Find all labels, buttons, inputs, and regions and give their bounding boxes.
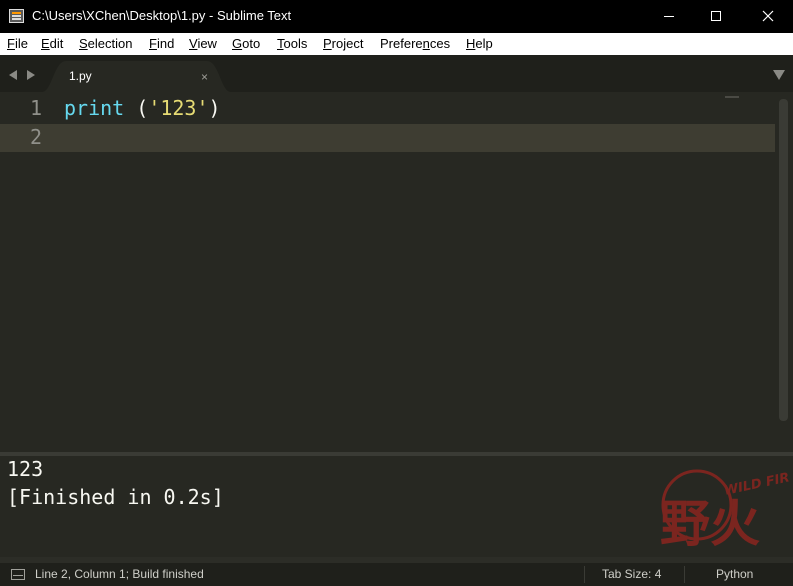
output-line: 123 <box>7 457 44 481</box>
menu-tools[interactable]: Tools <box>277 36 307 51</box>
status-syntax[interactable]: Python <box>716 567 753 581</box>
menu-accel: P <box>323 36 332 51</box>
panel-toggle-icon[interactable] <box>11 569 25 580</box>
tab-label: 1.py <box>69 69 92 83</box>
menu-accel: F <box>149 36 157 51</box>
menu-find[interactable]: Find <box>149 36 174 51</box>
status-separator <box>684 566 685 583</box>
editor-scrollbar[interactable] <box>779 99 788 421</box>
menu-label: oto <box>242 36 261 51</box>
title-bar: C:\Users\XChen\Desktop\1.py - Sublime Te… <box>0 0 793 33</box>
menu-label: iew <box>197 36 217 51</box>
close-button[interactable] <box>745 0 791 33</box>
menu-label: ces <box>429 36 451 51</box>
menu-edit[interactable]: Edit <box>41 36 63 51</box>
minimize-icon <box>664 16 674 17</box>
watermark-text-main: 野火 <box>660 495 760 553</box>
tab-dropdown-icon[interactable] <box>773 70 785 80</box>
line-number: 2 <box>29 125 42 149</box>
maximize-button[interactable] <box>693 0 739 33</box>
current-line-highlight <box>0 124 775 152</box>
menu-label: ools <box>283 36 308 51</box>
menu-label: ind <box>156 36 175 51</box>
tab-bar <box>0 55 793 92</box>
line-number: 1 <box>29 96 42 120</box>
tab-next-arrow-icon[interactable] <box>27 70 35 80</box>
window-title: C:\Users\XChen\Desktop\1.py - Sublime Te… <box>32 8 292 23</box>
menu-label: Prefere <box>380 36 423 51</box>
output-line: [Finished in 0.2s] <box>7 485 224 509</box>
menu-help[interactable]: Help <box>466 36 493 51</box>
status-position: Line 2, Column 1; Build finished <box>35 567 204 581</box>
status-bar: Line 2, Column 1; Build finished Tab Siz… <box>0 563 793 586</box>
tab-prev-arrow-icon[interactable] <box>9 70 17 80</box>
menu-preferences[interactable]: Preferences <box>380 36 450 51</box>
menu-goto[interactable]: Goto <box>232 36 260 51</box>
code-token-string: '123' <box>148 96 209 120</box>
menu-file[interactable]: File <box>7 36 28 51</box>
menu-accel: G <box>232 36 243 51</box>
menu-accel: S <box>79 36 88 51</box>
menu-label: dit <box>49 36 64 51</box>
menu-selection[interactable]: Selection <box>79 36 132 51</box>
menu-label: roject <box>331 36 364 51</box>
wildfire-watermark-logo: 野火 WILD FIRE <box>660 469 790 553</box>
menu-label: election <box>87 36 133 51</box>
status-tab-size[interactable]: Tab Size: 4 <box>602 567 661 581</box>
code-token-punct: ) <box>208 96 221 120</box>
maximize-icon <box>711 11 721 21</box>
code-line-1: print ('123') <box>64 96 221 120</box>
menu-accel: H <box>466 36 476 51</box>
menu-label: elp <box>475 36 493 51</box>
code-token-punct: ( <box>124 96 149 120</box>
sublime-app-icon <box>9 9 24 23</box>
menu-project[interactable]: Project <box>323 36 363 51</box>
menu-label: ile <box>14 36 28 51</box>
editor-area[interactable]: 1 2 print ('123') <box>0 92 793 452</box>
minimap-viewport[interactable] <box>725 96 739 98</box>
menu-accel: F <box>7 36 15 51</box>
menu-accel: E <box>41 36 50 51</box>
menu-bar: File Edit Selection Find View Goto Tools… <box>0 33 793 55</box>
minimize-button[interactable] <box>646 0 692 33</box>
code-token-function: print <box>64 96 125 120</box>
tab-close-icon[interactable]: × <box>201 70 208 84</box>
menu-accel: n <box>422 36 430 51</box>
close-icon <box>762 10 774 22</box>
status-separator <box>584 566 585 583</box>
menu-view[interactable]: View <box>189 36 217 51</box>
